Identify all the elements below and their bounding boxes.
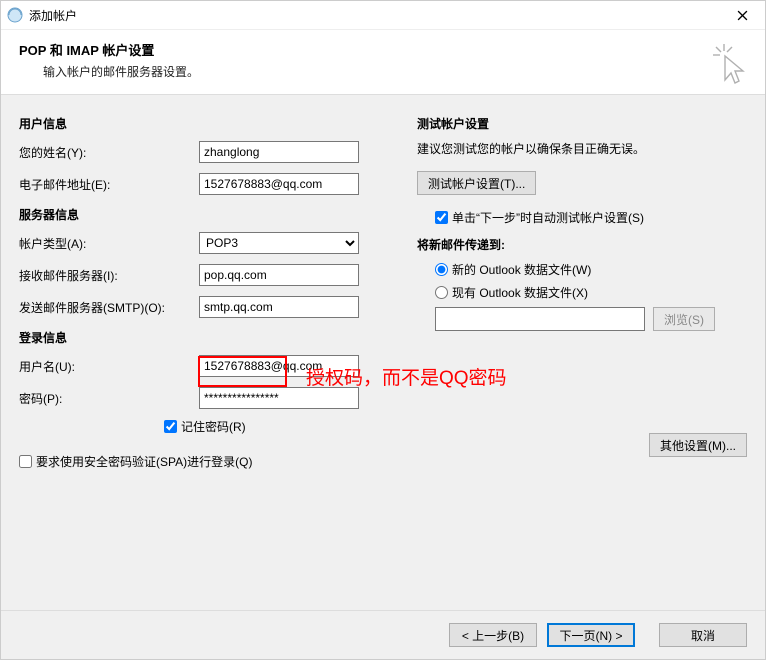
deliver-title: 将新邮件传递到:	[417, 236, 747, 253]
password-label: 密码(P):	[19, 390, 199, 407]
server-info-title: 服务器信息	[19, 206, 389, 223]
existing-data-file-radio[interactable]	[435, 286, 448, 299]
account-type-label: 帐户类型(A):	[19, 235, 199, 252]
spa-label: 要求使用安全密码验证(SPA)进行登录(Q)	[36, 453, 252, 470]
dialog-body: 用户信息 您的姓名(Y): 电子邮件地址(E): 服务器信息 帐户类型(A): …	[1, 95, 765, 610]
cancel-button[interactable]: 取消	[659, 623, 747, 647]
left-column: 用户信息 您的姓名(Y): 电子邮件地址(E): 服务器信息 帐户类型(A): …	[19, 115, 389, 478]
name-input[interactable]	[199, 141, 359, 163]
window-title: 添加帐户	[29, 7, 77, 24]
username-label: 用户名(U):	[19, 358, 199, 375]
header-subtitle: 输入帐户的邮件服务器设置。	[19, 63, 747, 80]
outgoing-server-input[interactable]	[199, 296, 359, 318]
test-account-title: 测试帐户设置	[417, 115, 747, 132]
remember-password-label: 记住密码(R)	[181, 418, 246, 435]
name-label: 您的姓名(Y):	[19, 144, 199, 161]
spa-checkbox[interactable]	[19, 455, 32, 468]
right-column: 测试帐户设置 建议您测试您的帐户以确保条目正确无误。 测试帐户设置(T)... …	[417, 115, 747, 478]
back-button[interactable]: < 上一步(B)	[449, 623, 537, 647]
auto-test-label: 单击“下一步”时自动测试帐户设置(S)	[452, 209, 644, 226]
close-button[interactable]	[720, 1, 765, 29]
login-info-title: 登录信息	[19, 329, 389, 346]
app-icon	[7, 7, 23, 23]
incoming-server-label: 接收邮件服务器(I):	[19, 267, 199, 284]
test-account-desc: 建议您测试您的帐户以确保条目正确无误。	[417, 140, 747, 157]
cursor-icon	[713, 44, 747, 89]
dialog-header: POP 和 IMAP 帐户设置 输入帐户的邮件服务器设置。	[1, 30, 765, 95]
user-info-title: 用户信息	[19, 115, 389, 132]
password-input[interactable]	[199, 387, 359, 409]
header-title: POP 和 IMAP 帐户设置	[19, 40, 747, 59]
email-label: 电子邮件地址(E):	[19, 176, 199, 193]
account-type-select[interactable]: POP3	[199, 232, 359, 254]
annotation-text: 授权码，而不是QQ密码	[306, 363, 507, 390]
existing-data-file-label: 现有 Outlook 数据文件(X)	[452, 284, 588, 301]
titlebar: 添加帐户	[1, 1, 765, 30]
incoming-server-input[interactable]	[199, 264, 359, 286]
add-account-window: 添加帐户 POP 和 IMAP 帐户设置 输入帐户的邮件服务器设置。	[0, 0, 766, 660]
other-settings-button[interactable]: 其他设置(M)...	[649, 433, 747, 457]
dialog-footer: < 上一步(B) 下一页(N) > 取消	[1, 610, 765, 659]
next-button[interactable]: 下一页(N) >	[547, 623, 635, 647]
existing-file-input	[435, 307, 645, 331]
email-input[interactable]	[199, 173, 359, 195]
test-account-button[interactable]: 测试帐户设置(T)...	[417, 171, 536, 195]
auto-test-checkbox[interactable]	[435, 211, 448, 224]
browse-button[interactable]: 浏览(S)	[653, 307, 715, 331]
new-data-file-radio[interactable]	[435, 263, 448, 276]
outgoing-server-label: 发送邮件服务器(SMTP)(O):	[19, 299, 199, 316]
new-data-file-label: 新的 Outlook 数据文件(W)	[452, 261, 591, 278]
remember-password-checkbox[interactable]	[164, 420, 177, 433]
